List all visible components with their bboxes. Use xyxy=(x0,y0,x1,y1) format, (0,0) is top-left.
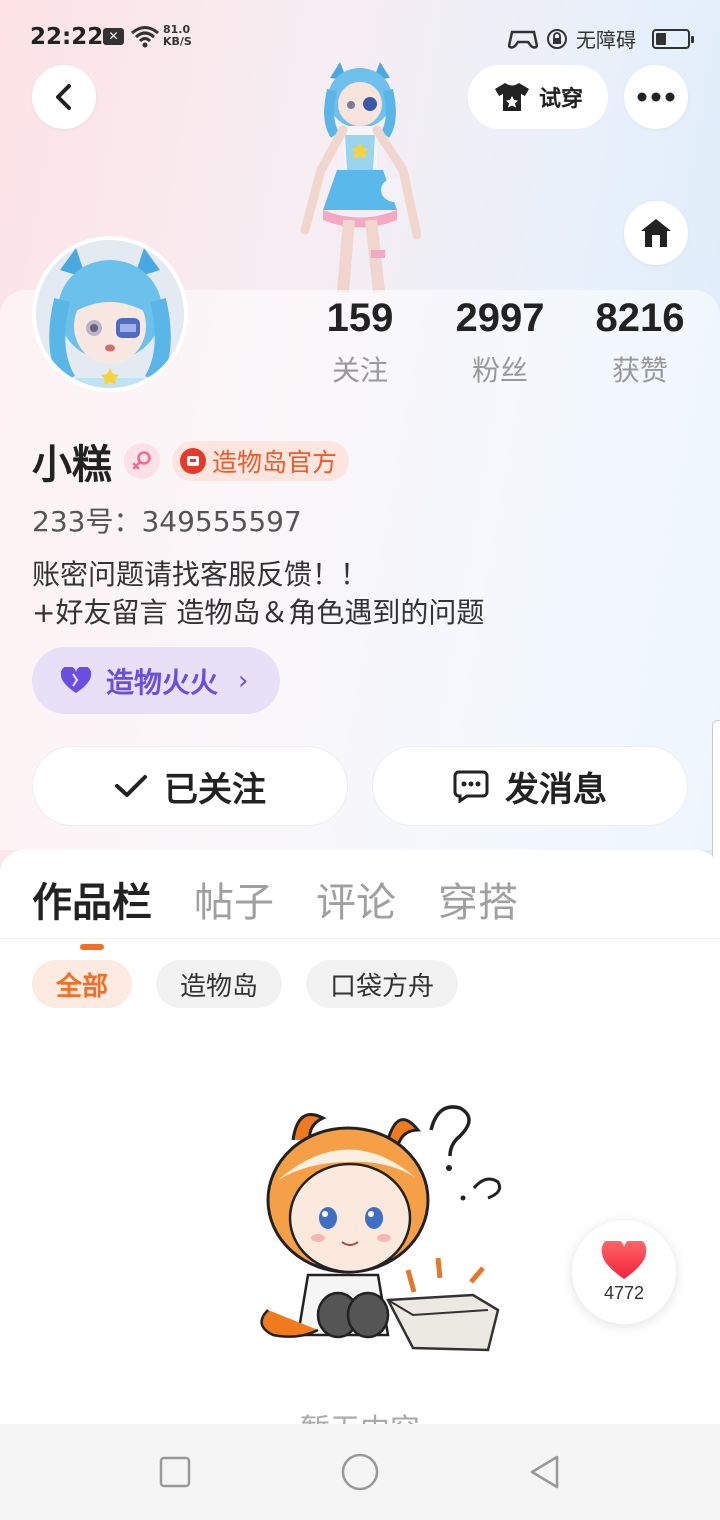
back-button[interactable] xyxy=(32,65,96,129)
tab-label: 评论 xyxy=(316,880,396,926)
username: 小糕 xyxy=(32,442,112,488)
official-badge-label: 造物岛官方 xyxy=(212,448,338,477)
heart-icon xyxy=(601,1240,647,1279)
bio-line: +好友留言 造物岛＆角色遇到的问题 xyxy=(32,596,485,629)
tab-outfits[interactable]: 穿搭 xyxy=(438,870,518,928)
official-badge[interactable]: 造物岛官方 xyxy=(172,441,350,481)
like-count: 4772 xyxy=(603,1282,645,1303)
more-dots-icon xyxy=(637,92,675,102)
character-avatar-figure xyxy=(300,62,422,293)
network-speed: 81.0 KB/S xyxy=(163,24,192,48)
tshirt-icon xyxy=(494,83,529,111)
checkmark-icon xyxy=(115,775,147,797)
recent-apps-icon[interactable] xyxy=(159,1456,191,1488)
chat-bubble-icon xyxy=(453,770,489,803)
stat-followers[interactable]: 2997 粉丝 xyxy=(430,296,570,389)
heart-icon xyxy=(60,666,92,693)
stat-label: 关注 xyxy=(331,354,388,387)
official-icon xyxy=(180,448,206,474)
content-tabs: 作品栏 帖子 评论 穿搭 xyxy=(32,870,518,950)
avatar-portrait xyxy=(36,240,184,388)
accessibility-label: 无障碍 xyxy=(576,28,636,52)
female-icon xyxy=(124,443,160,479)
bio-line: 账密问题请找客服反馈！！ xyxy=(32,558,369,591)
home-circle-icon[interactable] xyxy=(341,1453,379,1491)
filter-all[interactable]: 全部 xyxy=(32,960,133,1008)
tag-label: 造物火火 xyxy=(106,665,219,699)
user-id: 233号：349555597 xyxy=(32,505,302,538)
filter-pocket-ark[interactable]: 口袋方舟 xyxy=(306,960,459,1008)
tab-comments[interactable]: 评论 xyxy=(316,870,396,928)
status-time: 22:22 xyxy=(30,24,104,50)
home-icon xyxy=(641,219,671,247)
divider xyxy=(0,938,720,939)
chevron-left-icon xyxy=(56,84,71,110)
tag-pill[interactable]: 造物火火 › xyxy=(32,647,280,714)
active-tab-indicator xyxy=(80,944,104,950)
stat-likes[interactable]: 8216 获赞 xyxy=(570,296,710,389)
tab-label: 作品栏 xyxy=(32,880,152,926)
chevron-right-icon: › xyxy=(238,665,249,696)
stat-following[interactable]: 159 关注 xyxy=(290,296,430,389)
message-label: 发消息 xyxy=(505,769,607,810)
stat-label: 获赞 xyxy=(611,354,668,387)
notification-icon: ✕ xyxy=(103,28,124,45)
try-on-label: 试穿 xyxy=(538,87,583,112)
speed-unit: KB/S xyxy=(163,35,192,48)
stat-value: 159 xyxy=(326,296,394,340)
stat-label: 粉丝 xyxy=(471,354,528,387)
home-button[interactable] xyxy=(624,201,688,265)
stat-value: 2997 xyxy=(455,296,545,340)
follow-button[interactable]: 已关注 xyxy=(32,746,348,826)
tab-label: 穿搭 xyxy=(438,880,518,926)
lock-rotation-icon xyxy=(547,28,567,49)
like-button[interactable]: 4772 xyxy=(572,1220,676,1324)
system-nav-bar xyxy=(0,1424,720,1520)
filter-zaowudao[interactable]: 造物岛 xyxy=(156,960,283,1008)
battery-icon xyxy=(652,28,694,49)
message-button[interactable]: 发消息 xyxy=(372,746,688,826)
tab-label: 帖子 xyxy=(194,880,274,926)
filter-chips: 全部 造物岛 口袋方舟 xyxy=(32,960,459,1008)
try-on-button[interactable]: 试穿 xyxy=(468,65,608,129)
content-section: 作品栏 帖子 评论 穿搭 全部 造物岛 口袋方舟 xyxy=(0,850,720,1448)
avatar[interactable] xyxy=(32,236,188,392)
empty-state-illustration xyxy=(260,1105,502,1352)
profile-stats: 159 关注 2997 粉丝 8216 获赞 xyxy=(290,296,710,389)
back-triangle-icon[interactable] xyxy=(529,1454,561,1490)
tab-posts[interactable]: 帖子 xyxy=(194,870,274,928)
bio: 账密问题请找客服反馈！！ +好友留言 造物岛＆角色遇到的问题 xyxy=(32,556,484,632)
stat-value: 8216 xyxy=(595,296,685,340)
more-button[interactable] xyxy=(624,65,688,129)
tab-works[interactable]: 作品栏 xyxy=(32,870,152,950)
wifi-icon xyxy=(131,26,159,48)
game-controller-icon xyxy=(508,30,538,49)
name-row: 小糕 造物岛官方 xyxy=(32,432,350,490)
follow-label: 已关注 xyxy=(164,769,266,810)
